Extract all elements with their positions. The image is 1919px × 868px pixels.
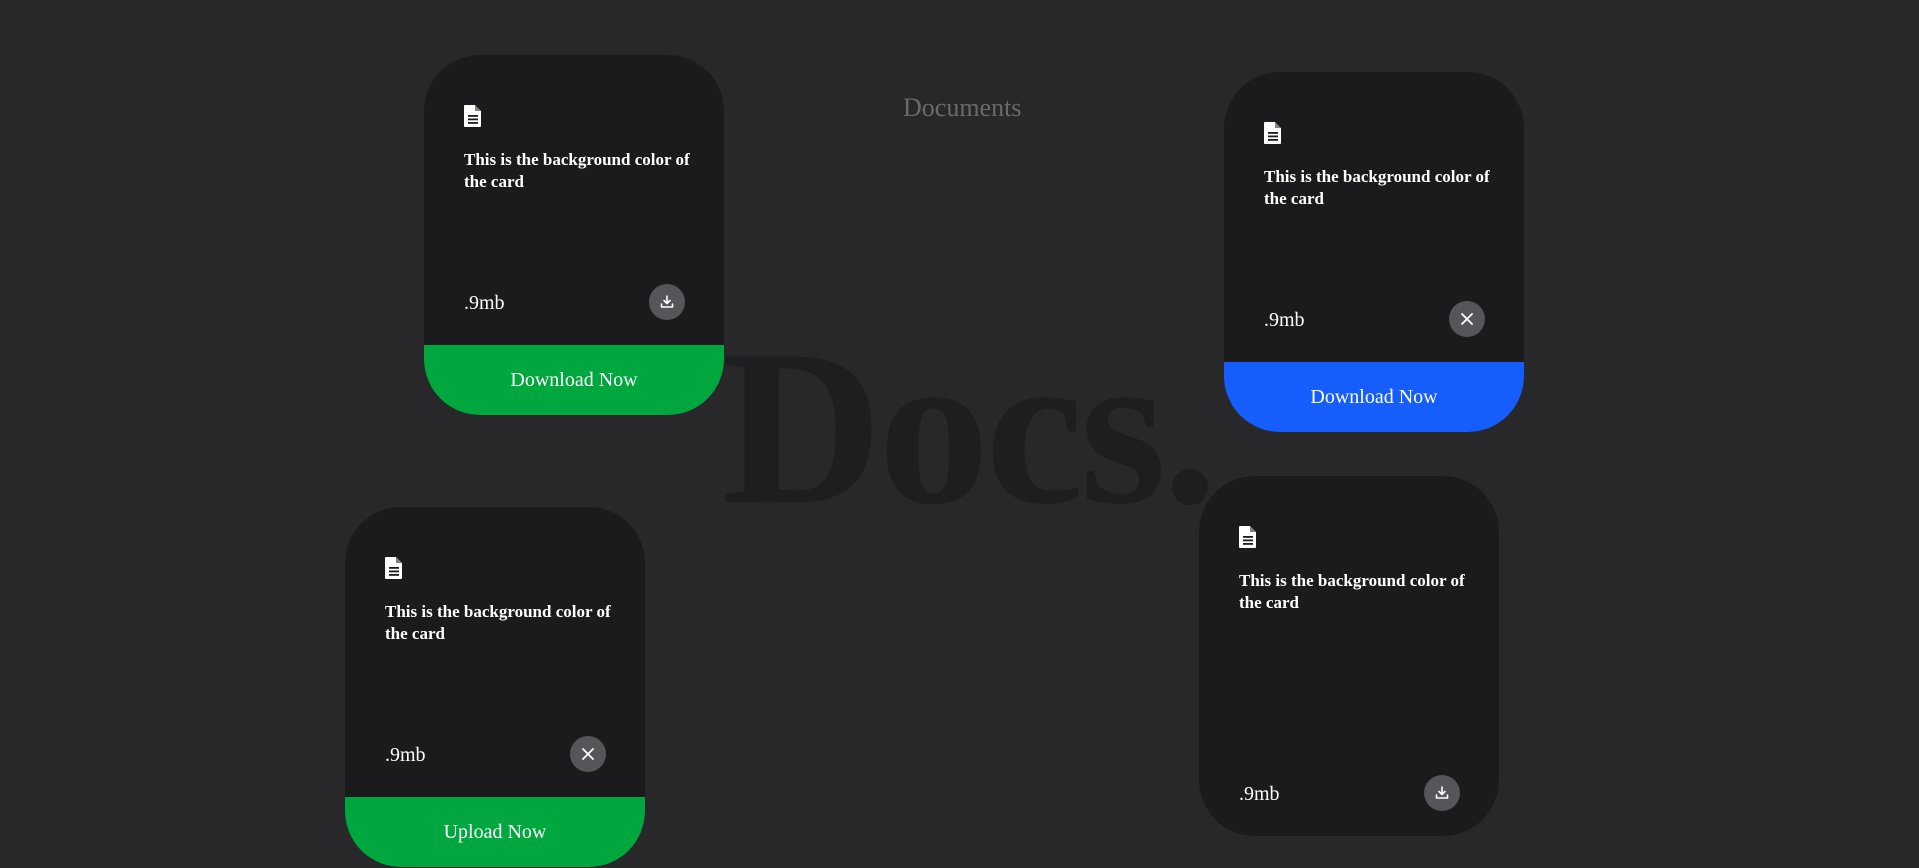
- document-card: This is the background color of the card…: [1224, 72, 1524, 432]
- document-card: This is the background color of the card…: [1199, 476, 1499, 836]
- upload-now-button[interactable]: Upload Now: [345, 797, 645, 867]
- card-description: This is the background color of the card: [1264, 167, 1490, 208]
- document-card: This is the background color of the card…: [424, 55, 724, 415]
- file-size: .9mb: [1264, 309, 1305, 331]
- download-icon: [660, 295, 674, 309]
- download-button[interactable]: [1424, 775, 1460, 811]
- download-now-button[interactable]: Download Now: [1224, 362, 1524, 432]
- close-button[interactable]: [1449, 301, 1485, 337]
- file-size: .9mb: [1239, 783, 1280, 805]
- card-body: This is the background color of the card…: [424, 55, 724, 345]
- document-card: This is the background color of the card…: [345, 507, 645, 867]
- file-text-icon: [464, 105, 482, 127]
- hero-watermark-text: Docs.: [722, 305, 1218, 551]
- file-size: .9mb: [464, 292, 505, 314]
- card-body: This is the background color of the card…: [1224, 72, 1524, 362]
- download-button[interactable]: [649, 284, 685, 320]
- card-body: This is the background color of the card…: [1199, 476, 1499, 836]
- download-now-button[interactable]: Download Now: [424, 345, 724, 415]
- file-text-icon: [1239, 526, 1257, 548]
- page: Documents Docs. This is the background c…: [0, 0, 1919, 868]
- card-description: This is the background color of the card: [385, 602, 611, 643]
- file-text-icon: [385, 557, 403, 579]
- page-title: Documents: [903, 93, 1022, 122]
- download-icon: [1435, 786, 1449, 800]
- close-icon: [1460, 312, 1474, 326]
- close-icon: [581, 747, 595, 761]
- close-button[interactable]: [570, 736, 606, 772]
- card-description: This is the background color of the card: [1239, 571, 1465, 612]
- file-text-icon: [1264, 122, 1282, 144]
- card-description: This is the background color of the card: [464, 150, 690, 191]
- file-size: .9mb: [385, 744, 426, 766]
- card-body: This is the background color of the card…: [345, 507, 645, 797]
